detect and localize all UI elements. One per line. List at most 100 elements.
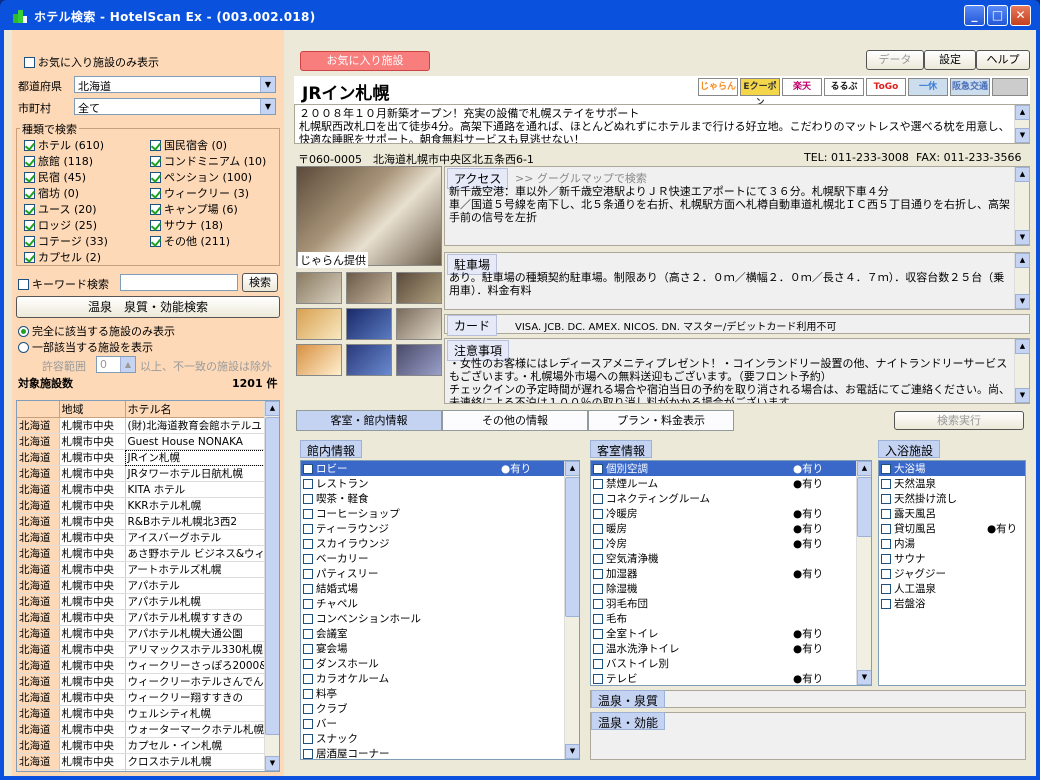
table-row[interactable]: 北海道 札幌市中央 KITA ホテル <box>17 481 279 498</box>
exact-only-radio[interactable]: 完全に該当する施設のみ表示 <box>18 323 175 339</box>
checkbox-icon[interactable] <box>881 494 891 504</box>
list-item[interactable]: 禁煙ルーム ●有り <box>591 476 871 491</box>
checkbox-icon[interactable] <box>593 494 603 504</box>
table-row[interactable]: 北海道 札幌市中央 ウェルシティ札幌 <box>17 705 279 722</box>
thumbnail[interactable] <box>346 344 392 376</box>
scroll-up-icon[interactable]: ▲ <box>1015 167 1030 182</box>
scroll-down-icon[interactable]: ▼ <box>1015 294 1030 309</box>
logo-3[interactable]: るるぶ <box>824 78 864 96</box>
radio-icon[interactable] <box>18 342 29 353</box>
logo-4[interactable]: ToGo <box>866 78 906 96</box>
partial-radio[interactable]: 一部該当する施設を表示 <box>18 339 153 355</box>
checkbox-icon[interactable] <box>24 140 35 151</box>
list-item[interactable]: 羽毛布団 <box>591 596 871 611</box>
checkbox-icon[interactable] <box>593 479 603 489</box>
hotel-list-scrollbar[interactable]: ▲ ▼ <box>264 401 279 771</box>
scroll-up-icon[interactable]: ▲ <box>1015 105 1030 120</box>
checkbox-icon[interactable] <box>24 204 35 215</box>
type-checkbox-types_right-3[interactable]: ウィークリー (3) <box>150 185 266 201</box>
list-item[interactable]: 暖房 ●有り <box>591 521 871 536</box>
logo-6[interactable]: 阪急交通 <box>950 78 990 96</box>
checkbox-icon[interactable] <box>881 584 891 594</box>
tab-plan-price[interactable]: プラン・料金表示 <box>588 410 734 431</box>
scroll-up-icon[interactable]: ▲ <box>1015 339 1030 354</box>
favorite-button[interactable]: お気に入り施設 <box>300 51 430 71</box>
checkbox-icon[interactable] <box>150 172 161 183</box>
checkbox-icon[interactable] <box>593 464 603 474</box>
list-item[interactable]: 結婚式場 <box>301 581 579 596</box>
table-row[interactable]: 北海道 札幌市中央 カプセル・イン札幌 <box>17 737 279 754</box>
list-item[interactable]: パティスリー <box>301 566 579 581</box>
checkbox-icon[interactable] <box>881 599 891 609</box>
list-item[interactable]: コーヒーショップ <box>301 506 579 521</box>
facility-scrollbar[interactable]: ▲ ▼ <box>564 461 579 759</box>
table-row[interactable]: 北海道 札幌市中央 アリマックスホテル330札幌 <box>17 641 279 658</box>
help-button[interactable]: ヘルプ <box>976 50 1030 70</box>
header-name[interactable]: ホテル名 <box>125 401 279 418</box>
list-item[interactable]: 人工温泉 <box>879 581 1025 596</box>
list-item[interactable]: 内湯 <box>879 536 1025 551</box>
list-item[interactable]: サウナ <box>879 551 1025 566</box>
list-item[interactable]: 空気清浄機 <box>591 551 871 566</box>
checkbox-icon[interactable] <box>593 644 603 654</box>
checkbox-icon[interactable] <box>881 464 891 474</box>
checkbox-icon[interactable] <box>593 584 603 594</box>
thumbnail[interactable] <box>296 344 342 376</box>
table-row[interactable]: 北海道 札幌市中央 ウォーターマークホテル札幌 <box>17 721 279 738</box>
thumbnail[interactable] <box>296 308 342 340</box>
chevron-down-icon[interactable]: ▼ <box>260 99 275 114</box>
checkbox-icon[interactable] <box>303 689 313 699</box>
checkbox-icon[interactable] <box>303 509 313 519</box>
checkbox-icon[interactable] <box>150 156 161 167</box>
checkbox-icon[interactable] <box>24 156 35 167</box>
list-item[interactable]: バストイレ別 <box>591 656 871 671</box>
list-item[interactable]: 冷暖房 ●有り <box>591 506 871 521</box>
type-checkbox-types_left-3[interactable]: 宿坊 (0) <box>24 185 108 201</box>
list-item[interactable]: 加湿器 ●有り <box>591 566 871 581</box>
scroll-up-icon[interactable]: ▲ <box>857 461 871 476</box>
list-item[interactable]: ロビー ●有り <box>301 461 579 476</box>
list-item[interactable]: 個別空調 ●有り <box>591 461 871 476</box>
header-area[interactable]: 地域 <box>59 401 126 418</box>
close-button[interactable]: ✕ <box>1010 5 1031 26</box>
thumbnail[interactable] <box>396 272 442 304</box>
checkbox-icon[interactable] <box>150 236 161 247</box>
scroll-down-icon[interactable]: ▼ <box>1015 230 1030 245</box>
checkbox-icon[interactable] <box>24 220 35 231</box>
scroll-down-icon[interactable]: ▼ <box>265 756 279 771</box>
header-pref[interactable] <box>17 401 60 418</box>
type-checkbox-types_left-5[interactable]: ロッジ (25) <box>24 217 108 233</box>
type-checkbox-types_left-0[interactable]: ホテル (610) <box>24 137 108 153</box>
table-row[interactable]: 北海道 札幌市中央 Guest House NONAKA <box>17 433 279 450</box>
thumbnail[interactable] <box>396 344 442 376</box>
list-item[interactable]: カラオケルーム <box>301 671 579 686</box>
radio-icon[interactable] <box>18 326 29 337</box>
checkbox-icon[interactable] <box>593 554 603 564</box>
type-checkbox-types_left-1[interactable]: 旅館 (118) <box>24 153 108 169</box>
tab-other-info[interactable]: その他の情報 <box>442 410 588 431</box>
checkbox-icon[interactable] <box>881 479 891 489</box>
list-item[interactable]: テレビ ●有り <box>591 671 871 685</box>
keyword-search-button[interactable]: 検索 <box>242 273 278 292</box>
checkbox-icon[interactable] <box>303 659 313 669</box>
maximize-button[interactable]: □ <box>987 5 1008 26</box>
list-item[interactable]: チャペル <box>301 596 579 611</box>
checkbox-icon[interactable] <box>303 644 313 654</box>
list-item[interactable]: レストラン <box>301 476 579 491</box>
table-row[interactable]: 北海道札幌市中央ウィークリーさっぽろ2000&アネッ <box>17 657 279 674</box>
scroll-down-icon[interactable]: ▼ <box>857 670 871 685</box>
notes-scrollbar[interactable]: ▲ ▼ <box>1014 339 1030 403</box>
settings-button[interactable]: 設定 <box>924 50 976 70</box>
list-item[interactable]: ティーラウンジ <box>301 521 579 536</box>
table-row[interactable]: 北海道札幌市中央あさ野ホテル ビジネス&ウィークリ <box>17 545 279 562</box>
checkbox-icon[interactable] <box>303 524 313 534</box>
list-item[interactable]: 大浴場 <box>879 461 1025 476</box>
list-item[interactable]: ジャグジー <box>879 566 1025 581</box>
table-row[interactable]: 北海道 札幌市中央 ウィークリー翔すすきの <box>17 689 279 706</box>
table-row[interactable]: 北海道 札幌市中央 R&Bホテル札幌北3西2 <box>17 513 279 530</box>
checkbox-icon[interactable] <box>150 204 161 215</box>
type-checkbox-types_right-4[interactable]: キャンプ場 (6) <box>150 201 266 217</box>
list-item[interactable]: ダンスホール <box>301 656 579 671</box>
table-row[interactable]: 北海道 札幌市中央 アイスバーグホテル <box>17 529 279 546</box>
checkbox-icon[interactable] <box>593 629 603 639</box>
